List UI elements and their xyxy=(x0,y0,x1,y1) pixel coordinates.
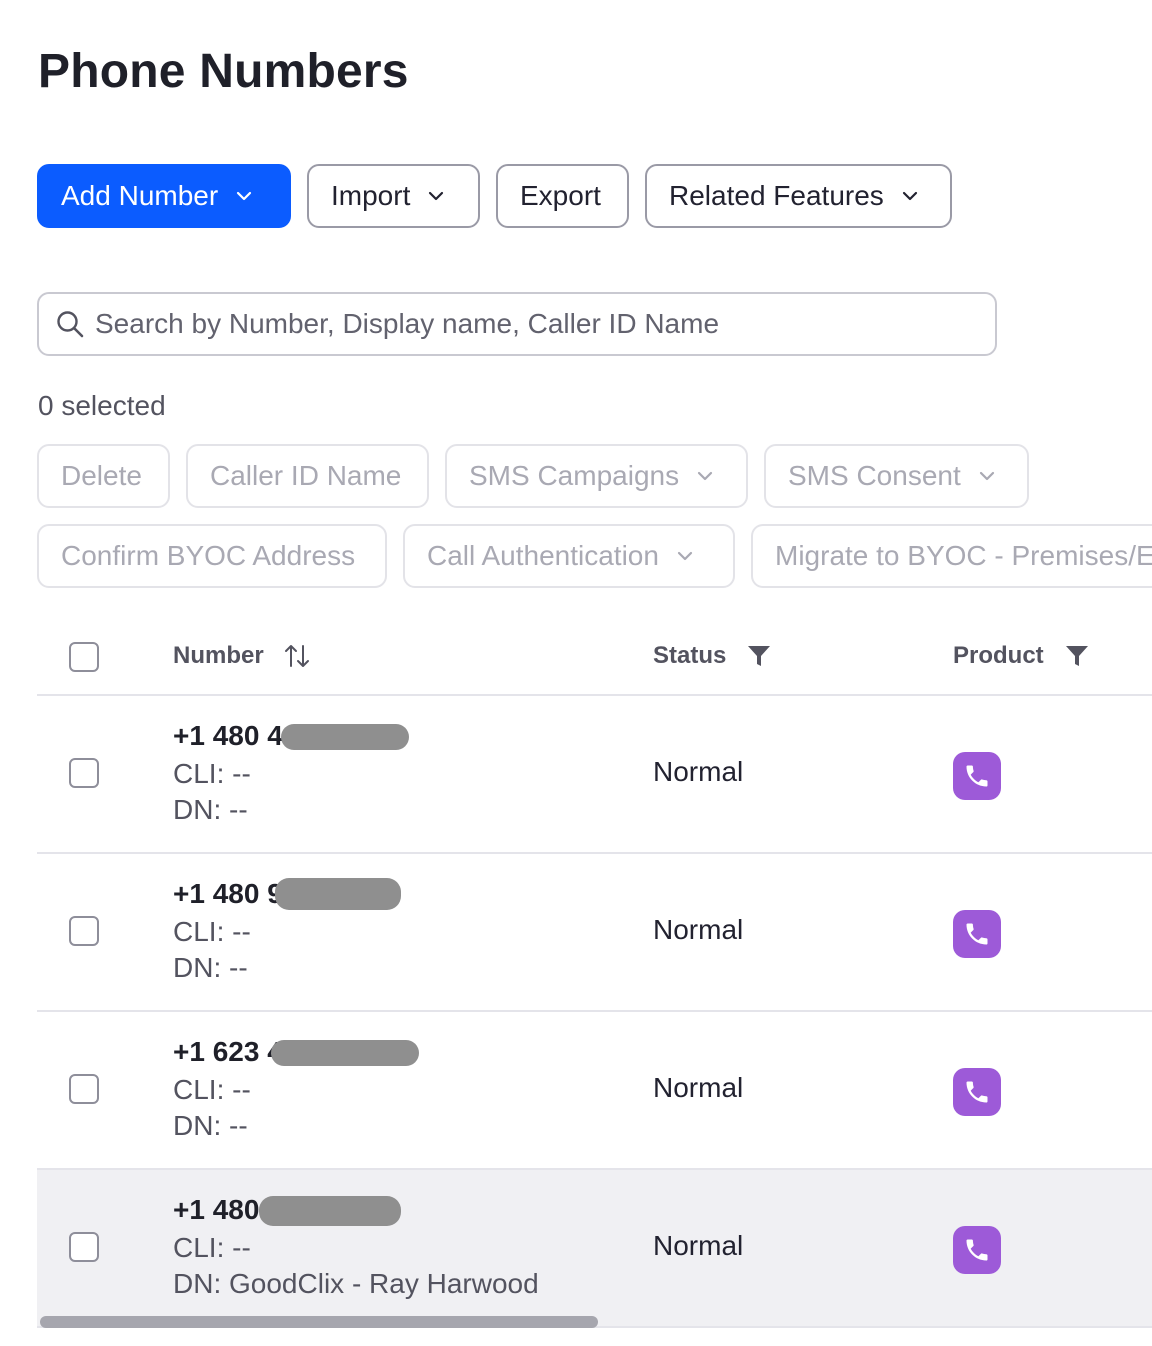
delete-label: Delete xyxy=(61,460,142,491)
related-features-label: Related Features xyxy=(669,180,884,211)
migrate-byoc-label: Migrate to BYOC - Premises/E xyxy=(775,540,1152,571)
chevron-down-icon xyxy=(424,184,448,208)
cli-value: CLI: -- xyxy=(173,1232,251,1263)
number-column-label: Number xyxy=(173,642,264,669)
phone-icon xyxy=(953,910,1001,958)
sms-consent-button[interactable]: SMS Consent xyxy=(764,444,1029,508)
phone-icon xyxy=(953,752,1001,800)
status-value: Normal xyxy=(653,1072,744,1103)
search-input[interactable] xyxy=(95,308,955,340)
table-row[interactable]: +1 623 4 CLI: -- DN: -- Normal xyxy=(37,1012,1152,1170)
horizontal-scrollbar[interactable] xyxy=(40,1316,598,1328)
sms-campaigns-button[interactable]: SMS Campaigns xyxy=(445,444,748,508)
export-label: Export xyxy=(520,180,601,211)
column-header-product[interactable]: Product xyxy=(953,642,1090,670)
chevron-down-icon xyxy=(232,184,256,208)
call-authentication-label: Call Authentication xyxy=(427,540,659,571)
call-authentication-button[interactable]: Call Authentication xyxy=(403,524,735,588)
table-row[interactable]: +1 480 9 CLI: -- DN: -- Normal xyxy=(37,854,1152,1012)
phone-number[interactable]: +1 480 xyxy=(173,1194,259,1226)
row-checkbox[interactable] xyxy=(69,916,99,946)
caller-id-name-button[interactable]: Caller ID Name xyxy=(186,444,429,508)
table-row[interactable]: +1 480 CLI: -- DN: GoodClix - Ray Harwoo… xyxy=(37,1170,1152,1328)
phone-number[interactable]: +1 480 9 xyxy=(173,878,283,910)
chevron-down-icon xyxy=(975,464,999,488)
table-header: Number Status Product xyxy=(37,620,1152,696)
redaction-mark xyxy=(275,878,401,910)
status-value: Normal xyxy=(653,1230,744,1261)
filter-icon[interactable] xyxy=(1064,643,1090,669)
status-value: Normal xyxy=(653,756,744,787)
filter-icon[interactable] xyxy=(746,643,772,669)
dn-value: DN: -- xyxy=(173,1110,248,1141)
search-box[interactable] xyxy=(37,292,997,356)
caller-id-name-label: Caller ID Name xyxy=(210,460,402,491)
select-all-checkbox[interactable] xyxy=(69,642,99,672)
delete-button[interactable]: Delete xyxy=(37,444,170,508)
sort-icon[interactable] xyxy=(282,642,312,670)
dn-value: DN: GoodClix - Ray Harwood xyxy=(173,1268,539,1299)
cli-value: CLI: -- xyxy=(173,916,251,947)
status-column-label: Status xyxy=(653,642,727,669)
phone-icon xyxy=(953,1068,1001,1116)
import-label: Import xyxy=(331,180,411,211)
column-header-number[interactable]: Number xyxy=(173,642,312,670)
add-number-button[interactable]: Add Number xyxy=(37,164,291,228)
dn-value: DN: -- xyxy=(173,794,248,825)
row-checkbox[interactable] xyxy=(69,1074,99,1104)
redaction-mark xyxy=(281,724,409,750)
confirm-byoc-label: Confirm BYOC Address xyxy=(61,540,356,571)
add-number-label: Add Number xyxy=(61,180,219,211)
row-checkbox[interactable] xyxy=(69,1232,99,1262)
export-button[interactable]: Export xyxy=(496,164,629,228)
row-checkbox[interactable] xyxy=(69,758,99,788)
import-button[interactable]: Import xyxy=(307,164,480,228)
table-row[interactable]: +1 480 4 CLI: -- DN: -- Normal xyxy=(37,696,1152,854)
cli-value: CLI: -- xyxy=(173,758,251,789)
redaction-mark xyxy=(259,1196,401,1226)
page-title: Phone Numbers xyxy=(38,45,409,98)
related-features-button[interactable]: Related Features xyxy=(645,164,952,228)
search-icon xyxy=(55,309,85,339)
phone-icon xyxy=(953,1226,1001,1274)
product-column-label: Product xyxy=(953,642,1044,669)
sms-consent-label: SMS Consent xyxy=(788,460,961,491)
selected-count: 0 selected xyxy=(38,390,166,421)
chevron-down-icon xyxy=(673,544,697,568)
cli-value: CLI: -- xyxy=(173,1074,251,1105)
phone-number[interactable]: +1 480 4 xyxy=(173,720,283,752)
column-header-status[interactable]: Status xyxy=(653,642,772,670)
chevron-down-icon xyxy=(693,464,717,488)
sms-campaigns-label: SMS Campaigns xyxy=(469,460,680,491)
confirm-byoc-address-button[interactable]: Confirm BYOC Address xyxy=(37,524,387,588)
migrate-to-byoc-button[interactable]: Migrate to BYOC - Premises/E xyxy=(751,524,1152,588)
dn-value: DN: -- xyxy=(173,952,248,983)
phone-number[interactable]: +1 623 4 xyxy=(173,1036,283,1068)
redaction-mark xyxy=(271,1040,419,1066)
status-value: Normal xyxy=(653,914,744,945)
chevron-down-icon xyxy=(898,184,922,208)
